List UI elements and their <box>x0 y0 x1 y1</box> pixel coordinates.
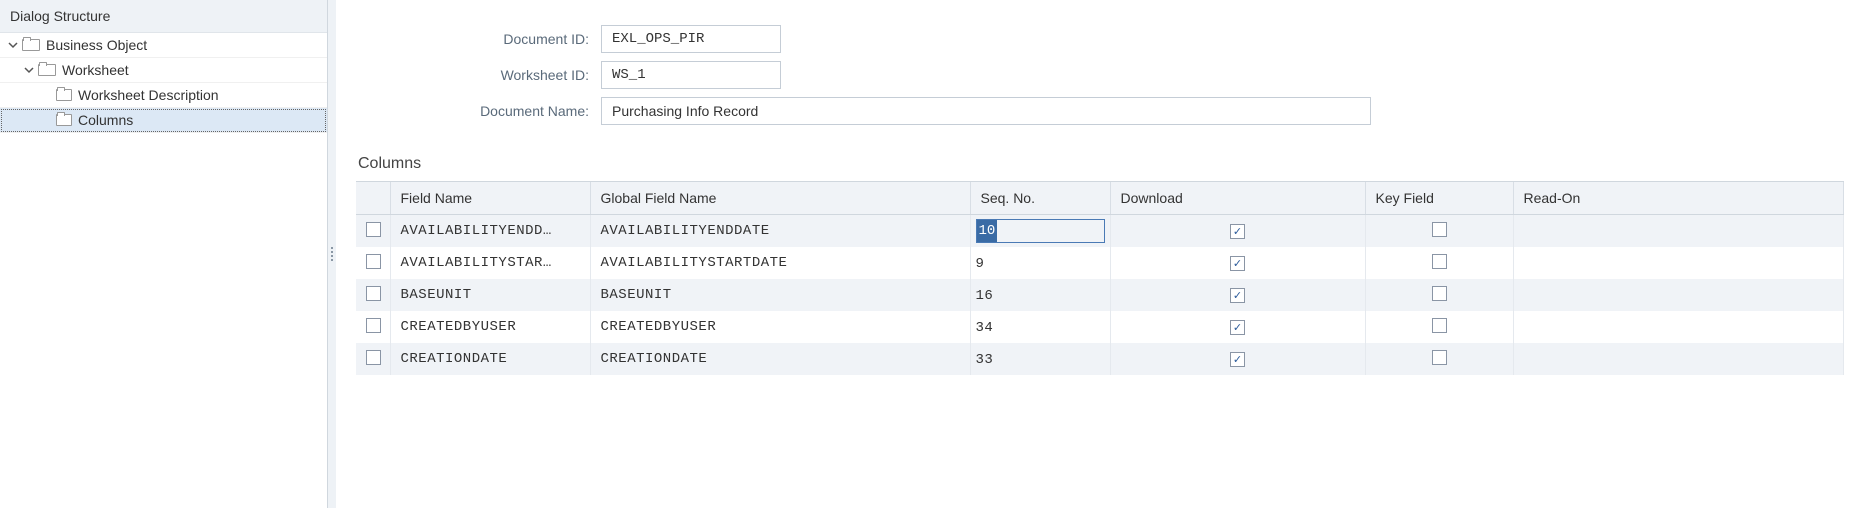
chevron-down-icon[interactable] <box>6 38 20 52</box>
seq-value[interactable]: 33 <box>976 352 994 368</box>
cell-seq-no[interactable]: 9 <box>970 247 1110 279</box>
document-id-value: EXL_OPS_PIR <box>601 25 781 53</box>
columns-table: Field Name Global Field Name Seq. No. Do… <box>356 181 1844 375</box>
seq-input[interactable]: 10 <box>977 220 998 242</box>
seq-value[interactable]: 34 <box>976 320 994 336</box>
cell-field-name: CREATEDBYUSER <box>390 311 590 343</box>
key-field-checkbox[interactable] <box>1432 222 1447 237</box>
table-row[interactable]: AVAILABILITYSTAR…AVAILABILITYSTARTDATE 9 ✓ <box>356 247 1844 279</box>
download-checkbox[interactable]: ✓ <box>1230 288 1245 303</box>
table-row[interactable]: AVAILABILITYENDD…AVAILABILITYENDDATE 10 ✓ <box>356 215 1844 247</box>
row-select-checkbox[interactable] <box>366 350 381 365</box>
key-field-checkbox[interactable] <box>1432 350 1447 365</box>
cell-seq-no[interactable]: 34 <box>970 311 1110 343</box>
cell-seq-no[interactable]: 33 <box>970 343 1110 375</box>
download-checkbox[interactable]: ✓ <box>1230 320 1245 335</box>
cell-field-name: AVAILABILITYENDD… <box>390 215 590 247</box>
cell-field-name: AVAILABILITYSTAR… <box>390 247 590 279</box>
col-header-key-field[interactable]: Key Field <box>1365 182 1513 215</box>
col-header-select[interactable] <box>356 182 390 215</box>
cell-seq-no[interactable]: 10 <box>970 215 1110 247</box>
col-header-read-on[interactable]: Read-On <box>1513 182 1844 215</box>
tree-item-columns[interactable]: Columns <box>0 108 327 133</box>
header-form: Document ID: EXL_OPS_PIR Worksheet ID: W… <box>356 25 1844 125</box>
main-content: Document ID: EXL_OPS_PIR Worksheet ID: W… <box>336 0 1854 508</box>
tree-label: Worksheet Description <box>78 87 219 103</box>
cell-global-field-name: CREATEDBYUSER <box>590 311 970 343</box>
tree-label: Worksheet <box>62 62 129 78</box>
table-row[interactable]: CREATIONDATECREATIONDATE 33 ✓ <box>356 343 1844 375</box>
tree-label: Columns <box>78 112 133 128</box>
key-field-checkbox[interactable] <box>1432 318 1447 333</box>
dialog-tree: Business Object Worksheet Worksheet Desc… <box>0 33 327 133</box>
tree-item-worksheet[interactable]: Worksheet <box>0 58 327 83</box>
seq-value[interactable]: 16 <box>976 288 994 304</box>
section-title-columns: Columns <box>356 155 1844 173</box>
row-select-checkbox[interactable] <box>366 286 381 301</box>
key-field-checkbox[interactable] <box>1432 254 1447 269</box>
cell-seq-no[interactable]: 16 <box>970 279 1110 311</box>
chevron-down-icon[interactable] <box>22 63 36 77</box>
document-name-label: Document Name: <box>356 103 601 119</box>
cell-read-on <box>1513 215 1844 247</box>
row-select-checkbox[interactable] <box>366 318 381 333</box>
sidebar-title: Dialog Structure <box>0 0 327 33</box>
col-header-global-field-name[interactable]: Global Field Name <box>590 182 970 215</box>
table-row[interactable]: CREATEDBYUSERCREATEDBYUSER 34 ✓ <box>356 311 1844 343</box>
worksheet-id-label: Worksheet ID: <box>356 67 601 83</box>
document-id-label: Document ID: <box>356 31 601 47</box>
table-row[interactable]: BASEUNITBASEUNIT 16 ✓ <box>356 279 1844 311</box>
document-name-value: Purchasing Info Record <box>601 97 1371 125</box>
cell-global-field-name: AVAILABILITYSTARTDATE <box>590 247 970 279</box>
cell-field-name: CREATIONDATE <box>390 343 590 375</box>
col-header-download[interactable]: Download <box>1110 182 1365 215</box>
download-checkbox[interactable]: ✓ <box>1230 352 1245 367</box>
splitter-handle[interactable] <box>328 0 336 508</box>
cell-read-on <box>1513 247 1844 279</box>
download-checkbox[interactable]: ✓ <box>1230 256 1245 271</box>
folder-icon <box>22 39 40 51</box>
cell-read-on <box>1513 343 1844 375</box>
folder-icon <box>56 89 72 101</box>
folder-icon <box>56 114 72 126</box>
col-header-field-name[interactable]: Field Name <box>390 182 590 215</box>
download-checkbox[interactable]: ✓ <box>1230 224 1245 239</box>
tree-label: Business Object <box>46 37 147 53</box>
row-select-checkbox[interactable] <box>366 222 381 237</box>
row-select-checkbox[interactable] <box>366 254 381 269</box>
cell-field-name: BASEUNIT <box>390 279 590 311</box>
grip-icon <box>331 247 333 261</box>
seq-value[interactable]: 9 <box>976 256 985 272</box>
folder-icon <box>38 64 56 76</box>
col-header-seq-no[interactable]: Seq. No. <box>970 182 1110 215</box>
cell-read-on <box>1513 279 1844 311</box>
key-field-checkbox[interactable] <box>1432 286 1447 301</box>
tree-item-business-object[interactable]: Business Object <box>0 33 327 58</box>
cell-global-field-name: CREATIONDATE <box>590 343 970 375</box>
worksheet-id-value: WS_1 <box>601 61 781 89</box>
cell-read-on <box>1513 311 1844 343</box>
cell-global-field-name: BASEUNIT <box>590 279 970 311</box>
tree-item-worksheet-description[interactable]: Worksheet Description <box>0 83 327 108</box>
cell-global-field-name: AVAILABILITYENDDATE <box>590 215 970 247</box>
dialog-structure-panel: Dialog Structure Business Object Workshe… <box>0 0 328 508</box>
